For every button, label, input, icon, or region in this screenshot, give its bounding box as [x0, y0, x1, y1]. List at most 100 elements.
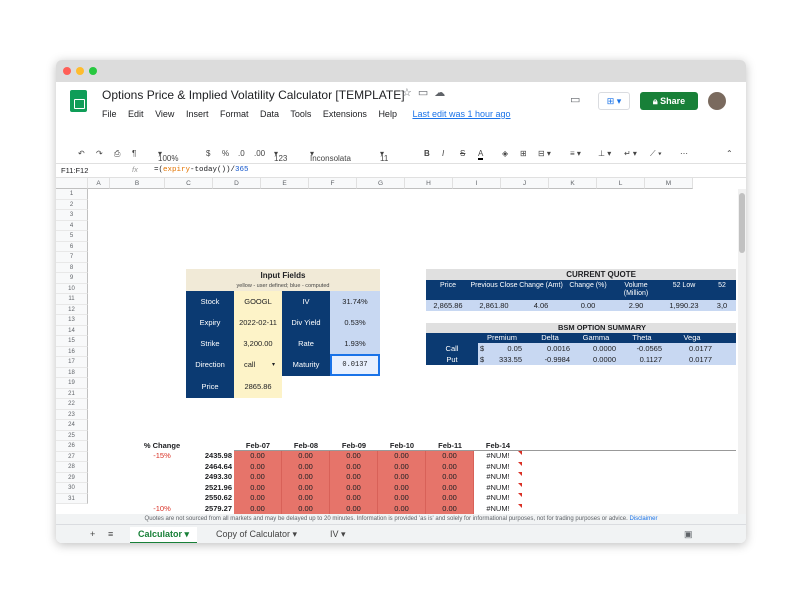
- horizontal-align-icon[interactable]: ≡ ▾: [570, 149, 581, 158]
- num-error-cell[interactable]: #NUM!: [474, 504, 522, 515]
- option-price-cell[interactable]: 0.00: [330, 451, 378, 462]
- col-header-k[interactable]: K: [549, 178, 597, 189]
- row-header[interactable]: 1: [56, 189, 88, 200]
- borders-icon[interactable]: ⊞: [520, 149, 527, 158]
- option-price-cell[interactable]: 0.00: [426, 451, 474, 462]
- col-header-i[interactable]: I: [453, 178, 501, 189]
- row-header[interactable]: 15: [56, 336, 88, 347]
- document-title[interactable]: Options Price & Implied Volatility Calcu…: [102, 88, 405, 102]
- menu-extensions[interactable]: Extensions: [323, 109, 367, 119]
- num-error-cell[interactable]: #NUM!: [474, 451, 522, 462]
- option-price-cell[interactable]: 0.00: [282, 472, 330, 483]
- scroll-thumb[interactable]: [739, 193, 745, 253]
- col-header-m[interactable]: M: [645, 178, 693, 189]
- sheets-logo-icon[interactable]: [70, 90, 87, 112]
- tab-iv[interactable]: IV ▾: [322, 527, 354, 543]
- formula-input[interactable]: =(expiry-today())/365: [154, 166, 249, 174]
- option-price-cell[interactable]: 0.00: [282, 451, 330, 462]
- row-header[interactable]: 16: [56, 346, 88, 357]
- number-format-select[interactable]: 123 ▾: [274, 149, 287, 163]
- maturity-value-selected[interactable]: 0.0137: [330, 354, 380, 376]
- last-edit-link[interactable]: Last edit was 1 hour ago: [412, 109, 510, 119]
- explore-icon[interactable]: ▣: [676, 527, 701, 543]
- option-price-cell[interactable]: 0.00: [426, 482, 474, 493]
- row-header[interactable]: 18: [56, 367, 88, 378]
- merge-cells-icon[interactable]: ⊟ ▾: [538, 149, 551, 158]
- redo-icon[interactable]: ↷: [96, 149, 103, 158]
- row-header[interactable]: 12: [56, 304, 88, 315]
- present-button[interactable]: ⊞ ▾: [598, 92, 630, 110]
- col-header-c[interactable]: C: [165, 178, 213, 189]
- num-error-cell[interactable]: #NUM!: [474, 472, 522, 483]
- option-price-cell[interactable]: 0.00: [234, 493, 282, 504]
- option-price-cell[interactable]: 0.00: [378, 451, 426, 462]
- option-price-cell[interactable]: 0.00: [426, 503, 474, 514]
- menu-insert[interactable]: Insert: [186, 109, 209, 119]
- row-header[interactable]: 31: [56, 493, 88, 504]
- zoom-select[interactable]: 100% ▾: [158, 149, 178, 163]
- num-error-cell[interactable]: #NUM!: [474, 483, 522, 494]
- num-error-cell[interactable]: #NUM!: [474, 462, 522, 473]
- text-rotate-icon[interactable]: ⟋ ▾: [650, 149, 662, 159]
- row-header[interactable]: 13: [56, 315, 88, 326]
- menu-help[interactable]: Help: [378, 109, 397, 119]
- menu-data[interactable]: Data: [260, 109, 279, 119]
- col-header-a[interactable]: A: [88, 178, 110, 189]
- row-header[interactable]: 9: [56, 273, 88, 284]
- option-price-cell[interactable]: 0.00: [426, 493, 474, 504]
- print-icon[interactable]: ⎙: [114, 149, 120, 159]
- menu-edit[interactable]: Edit: [128, 109, 144, 119]
- row-header[interactable]: 25: [56, 430, 88, 441]
- row-header[interactable]: 29: [56, 472, 88, 483]
- option-price-cell[interactable]: 0.00: [282, 482, 330, 493]
- vertical-align-icon[interactable]: ⊥ ▾: [598, 149, 611, 158]
- col-header-h[interactable]: H: [405, 178, 453, 189]
- option-price-cell[interactable]: 0.00: [234, 451, 282, 462]
- col-header-l[interactable]: L: [597, 178, 645, 189]
- row-header[interactable]: 2: [56, 199, 88, 210]
- row-header[interactable]: 24: [56, 420, 88, 431]
- col-header-d[interactable]: D: [213, 178, 261, 189]
- row-header[interactable]: 11: [56, 294, 88, 305]
- row-header[interactable]: 17: [56, 357, 88, 368]
- disclaimer-link[interactable]: Disclaimer: [629, 516, 657, 522]
- col-header-b[interactable]: B: [110, 178, 165, 189]
- avatar[interactable]: [708, 92, 726, 110]
- cloud-status-icon[interactable]: ☁: [434, 87, 451, 99]
- increase-decimal-button[interactable]: .00: [254, 149, 265, 158]
- collapse-menu-icon[interactable]: ⌃: [726, 149, 733, 158]
- option-price-cell[interactable]: 0.00: [282, 461, 330, 472]
- row-header[interactable]: 26: [56, 441, 88, 452]
- row-header[interactable]: 14: [56, 325, 88, 336]
- decrease-decimal-button[interactable]: .0: [238, 149, 245, 158]
- option-price-cell[interactable]: 0.00: [330, 461, 378, 472]
- move-folder-icon[interactable]: ▭: [418, 87, 434, 99]
- all-sheets-button[interactable]: ≡: [100, 527, 121, 543]
- option-price-cell[interactable]: 0.00: [234, 461, 282, 472]
- select-all-corner[interactable]: [56, 178, 88, 189]
- row-header[interactable]: 27: [56, 451, 88, 462]
- strikethrough-button[interactable]: S: [460, 149, 465, 158]
- text-color-button[interactable]: A: [478, 149, 484, 160]
- option-price-cell[interactable]: 0.00: [378, 482, 426, 493]
- currency-button[interactable]: $: [206, 149, 210, 158]
- maximize-dot[interactable]: [89, 67, 97, 75]
- expiry-input[interactable]: 2022-02-11: [234, 312, 282, 333]
- option-price-cell[interactable]: 0.00: [378, 503, 426, 514]
- close-dot[interactable]: [63, 67, 71, 75]
- row-header[interactable]: 7: [56, 252, 88, 263]
- row-header[interactable]: 3: [56, 210, 88, 221]
- rate-value[interactable]: 1.93%: [330, 333, 380, 354]
- row-header[interactable]: 28: [56, 462, 88, 473]
- option-price-cell[interactable]: 0.00: [234, 472, 282, 483]
- menu-tools[interactable]: Tools: [290, 109, 311, 119]
- option-price-cell[interactable]: 0.00: [330, 472, 378, 483]
- price-value[interactable]: 2865.86: [234, 376, 282, 398]
- row-header[interactable]: 5: [56, 231, 88, 242]
- font-size-select[interactable]: 11 ▾: [380, 149, 388, 163]
- row-header[interactable]: 30: [56, 483, 88, 494]
- strike-input[interactable]: 3,200.00: [234, 333, 282, 354]
- stock-input[interactable]: GOOGL: [234, 291, 282, 312]
- num-error-cell[interactable]: #NUM!: [474, 493, 522, 504]
- percent-button[interactable]: %: [222, 149, 229, 158]
